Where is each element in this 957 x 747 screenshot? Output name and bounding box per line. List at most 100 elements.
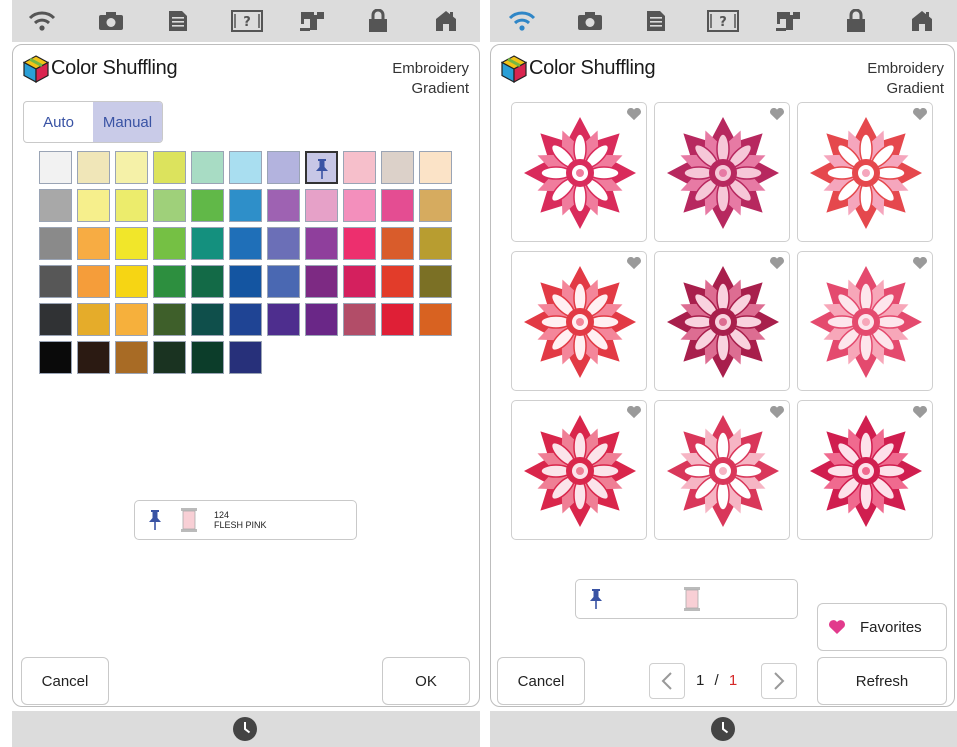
- color-swatch[interactable]: [343, 151, 376, 184]
- sewing-machine-icon[interactable]: [774, 8, 802, 34]
- color-swatch[interactable]: [267, 151, 300, 184]
- color-swatch[interactable]: [77, 189, 110, 222]
- color-swatch[interactable]: [343, 265, 376, 298]
- color-swatch[interactable]: [419, 189, 452, 222]
- clock-icon[interactable]: [232, 716, 258, 742]
- color-swatch[interactable]: [267, 303, 300, 336]
- camera-icon[interactable]: [97, 8, 125, 34]
- help-icon[interactable]: ?: [230, 8, 264, 34]
- design-thumbnail[interactable]: [511, 400, 647, 540]
- sewing-machine-icon[interactable]: [298, 8, 326, 34]
- color-swatch[interactable]: [115, 265, 148, 298]
- color-swatch[interactable]: [419, 303, 452, 336]
- color-swatch[interactable]: [191, 189, 224, 222]
- color-swatch[interactable]: [305, 151, 338, 184]
- design-thumbnail[interactable]: [511, 251, 647, 391]
- color-swatch[interactable]: [229, 303, 262, 336]
- design-thumbnail[interactable]: [511, 102, 647, 242]
- color-swatch[interactable]: [39, 303, 72, 336]
- color-swatch[interactable]: [115, 151, 148, 184]
- pin-icon: [316, 159, 328, 179]
- thread-number: 124: [214, 510, 230, 520]
- design-thumbnail[interactable]: [654, 400, 790, 540]
- mode-line2: Gradient: [886, 80, 944, 97]
- color-swatch[interactable]: [191, 303, 224, 336]
- color-swatch[interactable]: [153, 341, 186, 374]
- color-swatch[interactable]: [77, 265, 110, 298]
- color-swatch[interactable]: [115, 341, 148, 374]
- cancel-button[interactable]: Cancel: [21, 657, 109, 705]
- help-icon[interactable]: ?: [706, 8, 740, 34]
- color-swatch[interactable]: [267, 189, 300, 222]
- color-swatch[interactable]: [191, 227, 224, 260]
- tab-manual[interactable]: Manual: [93, 102, 162, 142]
- wifi-icon[interactable]: [28, 8, 56, 34]
- color-swatch[interactable]: [153, 265, 186, 298]
- ok-button[interactable]: OK: [382, 657, 470, 705]
- cancel-button[interactable]: Cancel: [497, 657, 585, 705]
- clock-icon[interactable]: [710, 716, 736, 742]
- design-thumbnail[interactable]: [654, 251, 790, 391]
- color-swatch[interactable]: [419, 265, 452, 298]
- favorites-label: Favorites: [860, 618, 922, 636]
- chevron-left-icon[interactable]: [649, 663, 685, 699]
- color-swatch[interactable]: [305, 189, 338, 222]
- home-icon[interactable]: [908, 8, 936, 34]
- refresh-button[interactable]: Refresh: [817, 657, 947, 705]
- color-swatch[interactable]: [153, 151, 186, 184]
- color-swatch[interactable]: [343, 189, 376, 222]
- design-thumbnail[interactable]: [797, 400, 933, 540]
- color-swatch[interactable]: [381, 151, 414, 184]
- color-swatch[interactable]: [39, 341, 72, 374]
- color-swatch[interactable]: [343, 303, 376, 336]
- favorites-button[interactable]: Favorites: [817, 603, 947, 651]
- color-swatch[interactable]: [39, 189, 72, 222]
- color-swatch[interactable]: [77, 151, 110, 184]
- heart-icon: [829, 620, 845, 634]
- color-swatch[interactable]: [115, 189, 148, 222]
- color-swatch[interactable]: [77, 303, 110, 336]
- document-icon[interactable]: [164, 8, 192, 34]
- color-swatch[interactable]: [381, 227, 414, 260]
- color-swatch[interactable]: [381, 303, 414, 336]
- color-swatch[interactable]: [381, 265, 414, 298]
- color-swatch[interactable]: [153, 303, 186, 336]
- design-thumbnail[interactable]: [797, 251, 933, 391]
- color-swatch[interactable]: [229, 227, 262, 260]
- document-icon[interactable]: [642, 8, 670, 34]
- color-swatch[interactable]: [229, 189, 262, 222]
- color-swatch[interactable]: [267, 265, 300, 298]
- lock-icon[interactable]: [842, 8, 870, 34]
- color-swatch[interactable]: [39, 227, 72, 260]
- color-swatch[interactable]: [419, 227, 452, 260]
- color-swatch[interactable]: [229, 151, 262, 184]
- color-swatch[interactable]: [343, 227, 376, 260]
- wifi-icon[interactable]: [508, 8, 536, 34]
- design-thumbnail[interactable]: [797, 102, 933, 242]
- color-swatch[interactable]: [191, 265, 224, 298]
- color-swatch[interactable]: [77, 341, 110, 374]
- color-swatch[interactable]: [305, 227, 338, 260]
- color-swatch[interactable]: [153, 227, 186, 260]
- color-swatch[interactable]: [77, 227, 110, 260]
- camera-icon[interactable]: [576, 8, 604, 34]
- color-swatch[interactable]: [39, 151, 72, 184]
- design-thumbnail[interactable]: [654, 102, 790, 242]
- color-swatch[interactable]: [153, 189, 186, 222]
- color-swatch[interactable]: [305, 265, 338, 298]
- chevron-right-icon[interactable]: [761, 663, 797, 699]
- color-swatch[interactable]: [419, 151, 452, 184]
- color-swatch[interactable]: [381, 189, 414, 222]
- color-swatch[interactable]: [191, 151, 224, 184]
- color-swatch[interactable]: [267, 227, 300, 260]
- color-swatch[interactable]: [229, 265, 262, 298]
- color-swatch[interactable]: [229, 341, 262, 374]
- color-swatch[interactable]: [115, 303, 148, 336]
- color-swatch[interactable]: [115, 227, 148, 260]
- lock-icon[interactable]: [364, 8, 392, 34]
- color-swatch[interactable]: [39, 265, 72, 298]
- tab-auto[interactable]: Auto: [24, 102, 93, 142]
- home-icon[interactable]: [432, 8, 460, 34]
- color-swatch[interactable]: [191, 341, 224, 374]
- color-swatch[interactable]: [305, 303, 338, 336]
